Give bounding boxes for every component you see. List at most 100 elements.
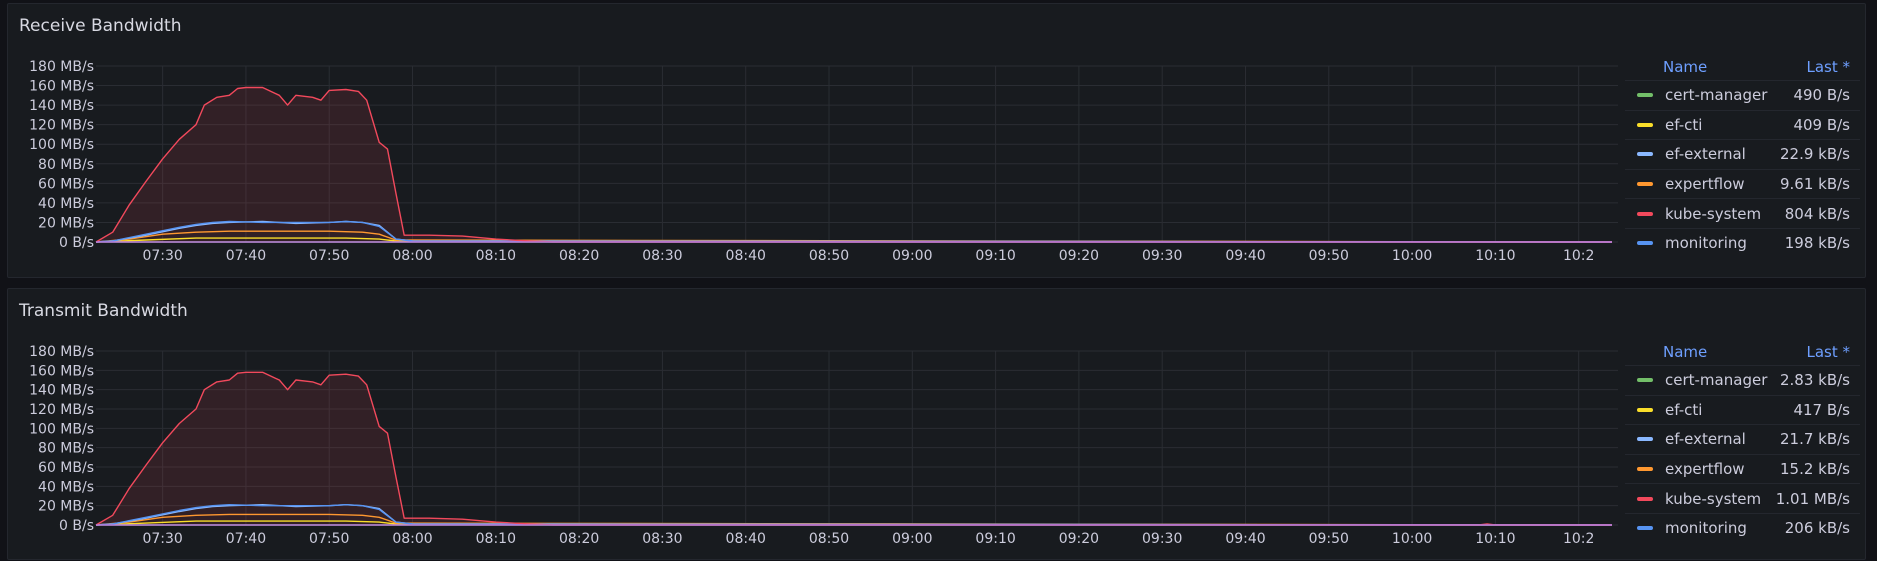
transmit-bandwidth-chart[interactable]: 0 B/s 20 MB/s 40 MB/s 60 MB/s 80 MB/s 100 MB/…	[8, 289, 1618, 561]
x-tick-label: 09:10	[975, 531, 1015, 547]
x-tick-label: 09:00	[892, 248, 932, 264]
legend-item-value: 1.01 MB/s	[1775, 489, 1850, 508]
y-tick-label: 0 B/s	[59, 518, 94, 534]
y-tick-label: 140 MB/s	[29, 98, 94, 114]
x-tick-label: 09:20	[1059, 248, 1099, 264]
x-tick-label: 07:50	[309, 531, 349, 547]
x-tick-label: 08:40	[726, 531, 766, 547]
legend-header-value[interactable]: Last *	[1806, 343, 1850, 365]
series-color-swatch	[1637, 467, 1653, 472]
x-tick-label: 09:40	[1225, 531, 1265, 547]
x-tick-label: 10:10	[1475, 248, 1515, 264]
legend-item-monitoring[interactable]: monitoring 198 kB/s	[1625, 227, 1860, 258]
series-color-swatch	[1637, 182, 1653, 187]
x-tick-label: 08:00	[392, 248, 432, 264]
x-tick-label: 09:10	[975, 248, 1015, 264]
x-tick-label: 07:40	[226, 248, 266, 264]
receive-bandwidth-chart[interactable]: 0 B/s 20 MB/s 40 MB/s 60 MB/s 80 MB/s 100 MB/…	[8, 4, 1618, 279]
x-tick-label: 08:10	[476, 531, 516, 547]
legend-item-name: monitoring	[1665, 519, 1747, 538]
y-tick-label: 100 MB/s	[29, 137, 94, 153]
legend-item-name: ef-cti	[1665, 115, 1703, 134]
legend-item-kube-system[interactable]: kube-system 1.01 MB/s	[1625, 483, 1860, 513]
x-tick-label: 10:10	[1475, 531, 1515, 547]
legend-item-cert-manager[interactable]: cert-manager 2.83 kB/s	[1625, 365, 1860, 395]
y-tick-label: 160 MB/s	[29, 363, 94, 379]
legend-item-value: 409 B/s	[1793, 115, 1850, 134]
x-tick-label: 10:00	[1392, 248, 1432, 264]
series-color-swatch	[1637, 93, 1653, 98]
legend-item-value: 15.2 kB/s	[1779, 460, 1850, 479]
legend-header-value[interactable]: Last *	[1806, 58, 1850, 80]
x-tick-label: 08:30	[642, 248, 682, 264]
legend-item-value: 804 kB/s	[1784, 204, 1850, 223]
legend-item-value: 21.7 kB/s	[1779, 430, 1850, 449]
x-tick-label: 08:50	[809, 248, 849, 264]
legend-item-value: 9.61 kB/s	[1779, 175, 1850, 194]
x-tick-label: 07:40	[226, 531, 266, 547]
legend-item-monitoring[interactable]: monitoring 206 kB/s	[1625, 512, 1860, 543]
legend-item-value: 417 B/s	[1793, 400, 1850, 419]
legend-item-kube-system[interactable]: kube-system 804 kB/s	[1625, 198, 1860, 228]
x-tick-label: 07:50	[309, 248, 349, 264]
series-color-swatch	[1637, 241, 1653, 246]
y-tick-label: 120 MB/s	[29, 402, 94, 418]
legend-item-name: ef-external	[1665, 145, 1746, 164]
x-tick-label: 08:10	[476, 248, 516, 264]
series-color-swatch	[1637, 526, 1653, 531]
legend-item-ef-cti[interactable]: ef-cti 417 B/s	[1625, 394, 1860, 425]
series-color-swatch	[1637, 122, 1653, 127]
x-tick-label: 09:30	[1142, 531, 1182, 547]
legend-item-name: monitoring	[1665, 234, 1747, 253]
legend-item-ef-cti[interactable]: ef-cti 409 B/s	[1625, 109, 1860, 140]
x-tick-label: 10:00	[1392, 531, 1432, 547]
y-tick-label: 180 MB/s	[29, 344, 94, 360]
y-tick-label: 20 MB/s	[38, 499, 94, 515]
legend-item-name: ef-external	[1665, 430, 1746, 449]
legend-header-name[interactable]: Name	[1663, 58, 1707, 80]
legend-item-value: 206 kB/s	[1784, 519, 1850, 538]
x-tick-label: 10:2	[1563, 531, 1594, 547]
legend-item-name: kube-system	[1665, 204, 1762, 223]
legend-header-name[interactable]: Name	[1663, 343, 1707, 365]
legend-item-value: 22.9 kB/s	[1779, 145, 1850, 164]
legend-item-name: kube-system	[1665, 489, 1762, 508]
x-tick-label: 08:40	[726, 248, 766, 264]
x-tick-label: 09:50	[1309, 531, 1349, 547]
y-tick-label: 160 MB/s	[29, 79, 94, 95]
y-tick-label: 20 MB/s	[38, 215, 94, 231]
legend-header: Name Last *	[1625, 58, 1860, 80]
x-tick-label: 09:30	[1142, 248, 1182, 264]
legend-item-name: cert-manager	[1665, 371, 1768, 390]
series-color-swatch	[1637, 496, 1653, 501]
series-color-swatch	[1637, 407, 1653, 412]
legend-item-value: 490 B/s	[1793, 86, 1850, 105]
legend-item-value: 198 kB/s	[1784, 234, 1850, 253]
receive-bandwidth-panel: Receive Bandwidth 0 B/s 20 MB/s 40 MB/s 60 …	[7, 3, 1866, 278]
x-tick-label: 07:30	[142, 248, 182, 264]
legend-item-value: 2.83 kB/s	[1779, 371, 1850, 390]
legend-item-ef-external[interactable]: ef-external 22.9 kB/s	[1625, 139, 1860, 169]
transmit-bandwidth-panel: Transmit Bandwidth 0 B/s 20 MB/s 40 MB/s 60…	[7, 288, 1866, 560]
legend-item-cert-manager[interactable]: cert-manager 490 B/s	[1625, 80, 1860, 110]
series-color-swatch	[1637, 152, 1653, 157]
x-tick-label: 09:00	[892, 531, 932, 547]
y-tick-label: 80 MB/s	[38, 441, 94, 457]
y-tick-label: 120 MB/s	[29, 118, 94, 134]
series-area-kube-system	[96, 87, 1612, 242]
series-color-swatch	[1637, 378, 1653, 383]
y-tick-label: 0 B/s	[59, 235, 94, 251]
legend-item-name: expertflow	[1665, 460, 1745, 479]
x-tick-label: 07:30	[142, 531, 182, 547]
y-tick-label: 100 MB/s	[29, 421, 94, 437]
legend-item-expertflow[interactable]: expertflow 9.61 kB/s	[1625, 168, 1860, 199]
x-tick-label: 08:50	[809, 531, 849, 547]
y-tick-label: 140 MB/s	[29, 383, 94, 399]
legend: Name Last * cert-manager 2.83 kB/s ef-cti…	[1625, 343, 1860, 543]
legend-item-ef-external[interactable]: ef-external 21.7 kB/s	[1625, 424, 1860, 454]
y-tick-label: 40 MB/s	[38, 479, 94, 495]
y-tick-label: 60 MB/s	[38, 460, 94, 476]
legend-item-name: cert-manager	[1665, 86, 1768, 105]
x-tick-label: 08:20	[559, 531, 599, 547]
legend-item-expertflow[interactable]: expertflow 15.2 kB/s	[1625, 453, 1860, 484]
